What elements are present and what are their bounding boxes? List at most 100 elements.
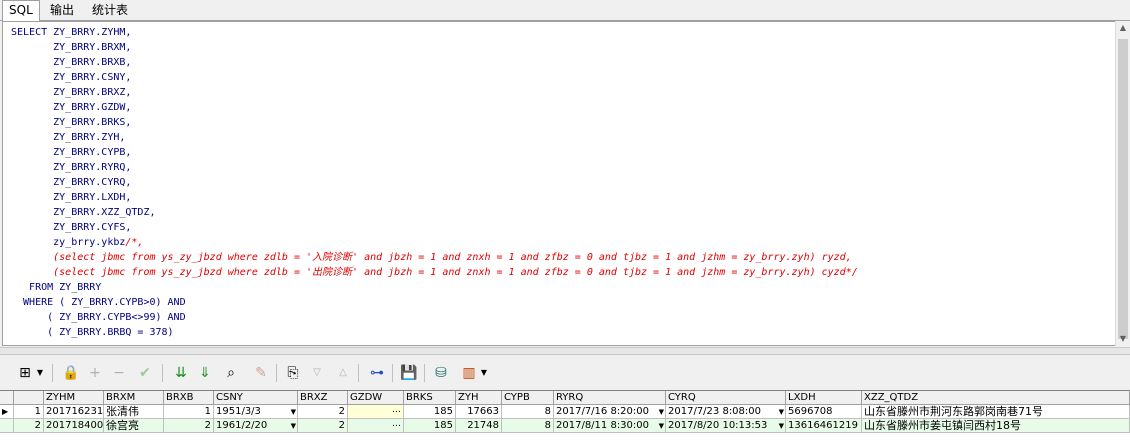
ellipsis-icon[interactable]: … [392, 405, 401, 417]
chevron-down-icon[interactable]: ▼ [478, 362, 490, 384]
cell-cyrq[interactable]: 2017/7/23 8:08:00 ▼ [666, 405, 786, 419]
code-line: ( ZY_BRRY.CYPB<>99) AND [11, 312, 186, 323]
grid-icon[interactable]: ⊞ [14, 362, 36, 384]
tab-bar: SQL 输出 统计表 [0, 0, 1130, 22]
editor-scrollbar[interactable]: ▲ ▼ [1115, 21, 1130, 346]
cell-xzz-qtdz[interactable]: 山东省滕州市荆河东路郭岗南巷71号 [862, 405, 1130, 419]
remove-icon[interactable]: − [108, 362, 130, 384]
dropdown-icon[interactable]: ▼ [779, 405, 784, 418]
cell-brxm[interactable]: 徐宫亮 [104, 419, 164, 433]
cell-csny[interactable]: 1951/3/3 ▼ [214, 405, 298, 419]
cell-brxz[interactable]: 2 [298, 405, 348, 419]
sort-down-all-icon[interactable]: ⇓ [194, 362, 216, 384]
sort-down-icon[interactable]: ⇊ [170, 362, 192, 384]
lock-icon[interactable]: 🔒 [60, 362, 82, 384]
code-line: WHERE ( ZY_BRRY.CYPB>0) AND [11, 297, 186, 308]
column-header[interactable]: CSNY [214, 391, 298, 405]
dropdown-icon[interactable]: ▼ [291, 405, 296, 418]
cell-gzdw[interactable]: … [348, 419, 404, 433]
sql-editor[interactable]: SELECT ZY_BRRY.ZYHM, ZY_BRRY.BRXM, ZY_BR… [2, 21, 1116, 346]
up-icon[interactable]: △ [332, 362, 354, 384]
column-header[interactable]: ZYHM [44, 391, 104, 405]
scroll-down-icon[interactable]: ▼ [1116, 332, 1130, 346]
code-line: SELECT ZY_BRRY.ZYHM, [11, 27, 132, 38]
cell-zyh[interactable]: 21748 [456, 419, 502, 433]
table-row[interactable]: ▶ 1 201716231 张清伟 1 1951/3/3 ▼ 2 … 185 17… [0, 405, 1130, 419]
cell-xzz-qtdz[interactable]: 山东省滕州市姜屯镇闫西村18号 [862, 419, 1130, 433]
cell-brxm[interactable]: 张清伟 [104, 405, 164, 419]
column-header[interactable]: BRXZ [298, 391, 348, 405]
header-corner [0, 391, 14, 405]
row-indicator [0, 419, 14, 433]
post-icon[interactable]: ✔ [134, 362, 156, 384]
code-line: (select jbmc from ys_zy_jbzd where zdlb … [11, 252, 852, 263]
code-line: zy_brry.ykbz/*, [11, 237, 144, 248]
filter-icon[interactable]: ▽ [306, 362, 328, 384]
chevron-down-icon[interactable]: ▼ [34, 362, 46, 384]
save-icon[interactable]: 💾 [398, 362, 420, 384]
code-line: ZY_BRRY.CSNY, [11, 72, 132, 83]
cell-zyh[interactable]: 17663 [456, 405, 502, 419]
cell-brks[interactable]: 185 [404, 419, 456, 433]
column-header[interactable]: CYPB [502, 391, 554, 405]
code-line: ZY_BRRY.CYPB, [11, 147, 132, 158]
column-header[interactable]: XZZ_QTDZ [862, 391, 1130, 405]
code-line: ZY_BRRY.CYFS, [11, 222, 132, 233]
sql-code: SELECT ZY_BRRY.ZYHM, ZY_BRRY.BRXM, ZY_BR… [11, 25, 858, 340]
add-icon[interactable]: + [84, 362, 106, 384]
cell-lxdh[interactable]: 5696708 [786, 405, 862, 419]
clear-icon[interactable]: ✎ [250, 362, 272, 384]
dropdown-icon[interactable]: ▼ [291, 419, 296, 432]
cell-brxz[interactable]: 2 [298, 419, 348, 433]
tab-sql[interactable]: SQL [2, 0, 40, 22]
dropdown-icon[interactable]: ▼ [659, 419, 664, 432]
column-header[interactable]: LXDH [786, 391, 862, 405]
cell-cypb[interactable]: 8 [502, 405, 554, 419]
code-line: ZY_BRRY.ZYH, [11, 132, 126, 143]
cell-cypb[interactable]: 8 [502, 419, 554, 433]
cell-ryrq[interactable]: 2017/8/11 8:30:00 ▼ [554, 419, 666, 433]
dropdown-icon[interactable]: ▼ [659, 405, 664, 418]
column-header[interactable]: CYRQ [666, 391, 786, 405]
tab-output[interactable]: 输出 [44, 1, 80, 19]
row-number: 1 [14, 405, 44, 419]
code-line: (select jbmc from ys_zy_jbzd where zdlb … [11, 267, 858, 278]
tab-statistics[interactable]: 统计表 [86, 1, 134, 19]
cell-lxdh[interactable]: 13616461219 [786, 419, 862, 433]
column-header[interactable]: BRKS [404, 391, 456, 405]
scroll-thumb[interactable] [1118, 39, 1128, 339]
grid-header: ZYHM BRXM BRXB CSNY BRXZ GZDW BRKS ZYH C… [0, 391, 1130, 405]
cell-csny[interactable]: 1961/2/20 ▼ [214, 419, 298, 433]
cell-brxb[interactable]: 2 [164, 419, 214, 433]
result-grid: ZYHM BRXM BRXB CSNY BRXZ GZDW BRKS ZYH C… [0, 390, 1130, 440]
table-row[interactable]: 2 201718400 徐宫亮 2 1961/2/20 ▼ 2 … 185 217… [0, 419, 1130, 433]
scroll-up-icon[interactable]: ▲ [1116, 21, 1130, 35]
code-line: FROM ZY_BRRY [11, 282, 102, 293]
query-icon[interactable]: ⎘ [282, 362, 304, 384]
code-line: ZY_BRRY.GZDW, [11, 102, 132, 113]
code-line: ( ZY_BRRY.BRBQ = 378) [11, 327, 174, 338]
column-header[interactable]: BRXM [104, 391, 164, 405]
cell-zyhm[interactable]: 201718400 [44, 419, 104, 433]
row-indicator-icon: ▶ [0, 405, 14, 419]
cell-zyhm[interactable]: 201716231 [44, 405, 104, 419]
cell-ryrq[interactable]: 2017/7/16 8:20:00 ▼ [554, 405, 666, 419]
find-icon[interactable]: ⌕ [220, 362, 242, 384]
column-header[interactable]: ZYH [456, 391, 502, 405]
column-header[interactable]: GZDW [348, 391, 404, 405]
export-icon[interactable]: ⛁ [430, 362, 452, 384]
splitter[interactable] [0, 347, 1130, 355]
ellipsis-icon[interactable]: … [392, 419, 401, 431]
cell-brxb[interactable]: 1 [164, 405, 214, 419]
column-header[interactable]: RYRQ [554, 391, 666, 405]
cell-cyrq[interactable]: 2017/8/20 10:13:53 ▼ [666, 419, 786, 433]
code-line: ZY_BRRY.BRXB, [11, 57, 132, 68]
column-header[interactable]: BRXB [164, 391, 214, 405]
dropdown-icon[interactable]: ▼ [779, 419, 784, 432]
cell-gzdw[interactable]: … [348, 405, 404, 419]
tree-icon[interactable]: ⊶ [366, 362, 388, 384]
code-line: ZY_BRRY.BRXZ, [11, 87, 132, 98]
chart-icon[interactable]: ▥ [458, 362, 480, 384]
cell-brks[interactable]: 185 [404, 405, 456, 419]
code-line: ZY_BRRY.XZZ_QTDZ, [11, 207, 156, 218]
